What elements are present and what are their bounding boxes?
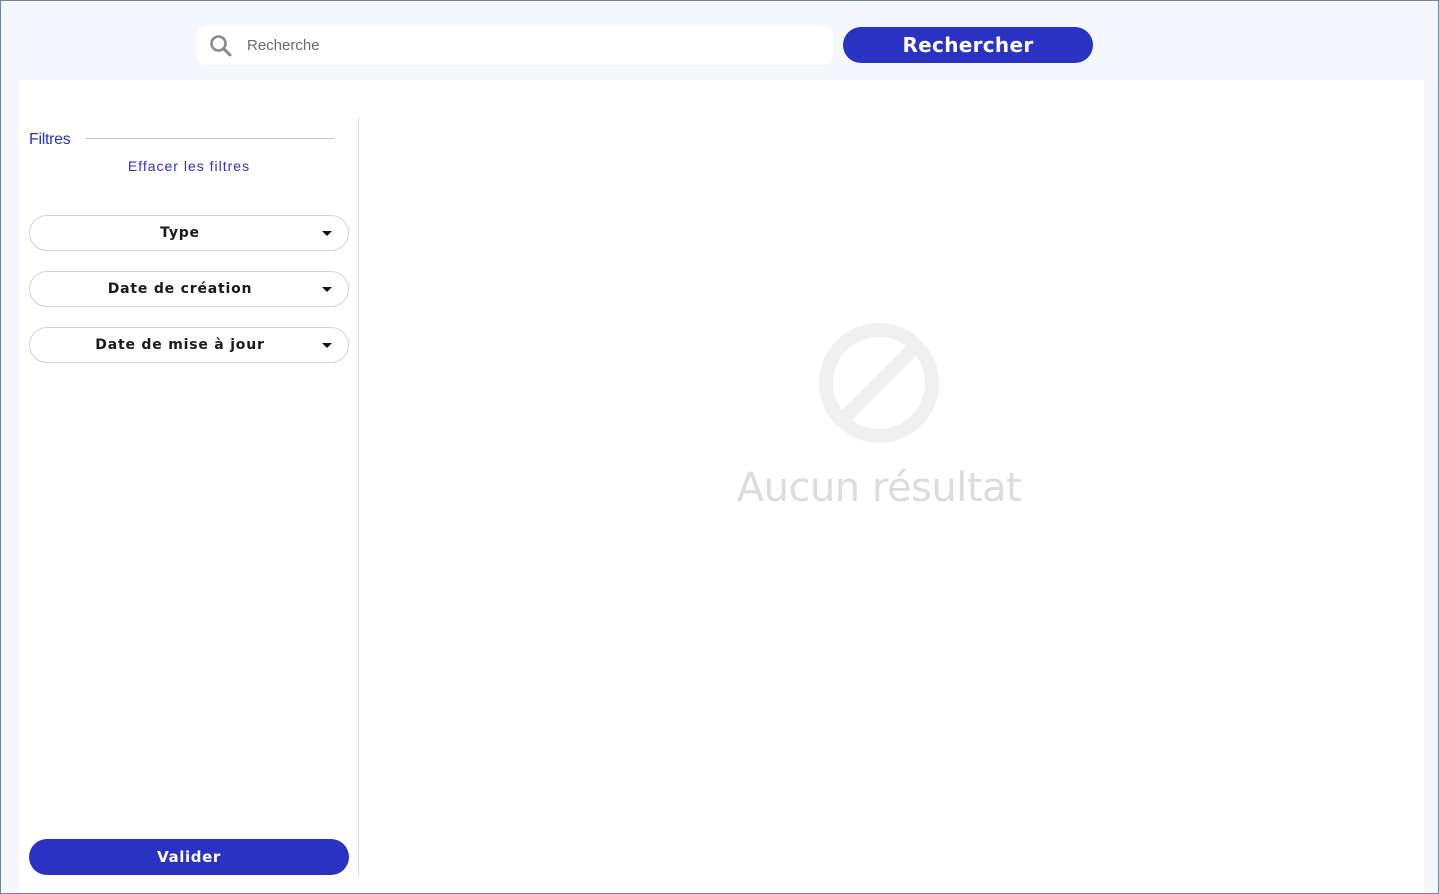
caret-down-icon [322, 287, 332, 292]
filter-update-date-label: Date de mise à jour [95, 337, 265, 353]
filters-sidebar: Filtres Effacer les filtres Type Date de… [19, 118, 359, 876]
clear-filters-link[interactable]: Effacer les filtres [19, 158, 359, 174]
caret-down-icon [322, 231, 332, 236]
empty-results-message: Aucun résultat [736, 465, 1022, 511]
filter-creation-date-label: Date de création [107, 281, 253, 297]
search-input[interactable] [247, 32, 817, 59]
filter-update-date-select[interactable]: Date de mise à jour [29, 327, 349, 363]
no-entry-icon [818, 322, 940, 444]
filters-divider [85, 138, 334, 139]
app-window: Rechercher Filtres Effacer les filtres T… [0, 0, 1439, 894]
caret-down-icon [322, 343, 332, 348]
search-icon [209, 34, 233, 58]
search-bar [197, 26, 833, 65]
filters-title: Filtres [29, 131, 71, 148]
filter-creation-date-select[interactable]: Date de création [29, 271, 349, 307]
filter-type-label: Type [160, 225, 200, 241]
search-button[interactable]: Rechercher [843, 27, 1093, 63]
validate-button[interactable]: Valider [29, 839, 349, 875]
filter-type-select[interactable]: Type [29, 215, 349, 251]
